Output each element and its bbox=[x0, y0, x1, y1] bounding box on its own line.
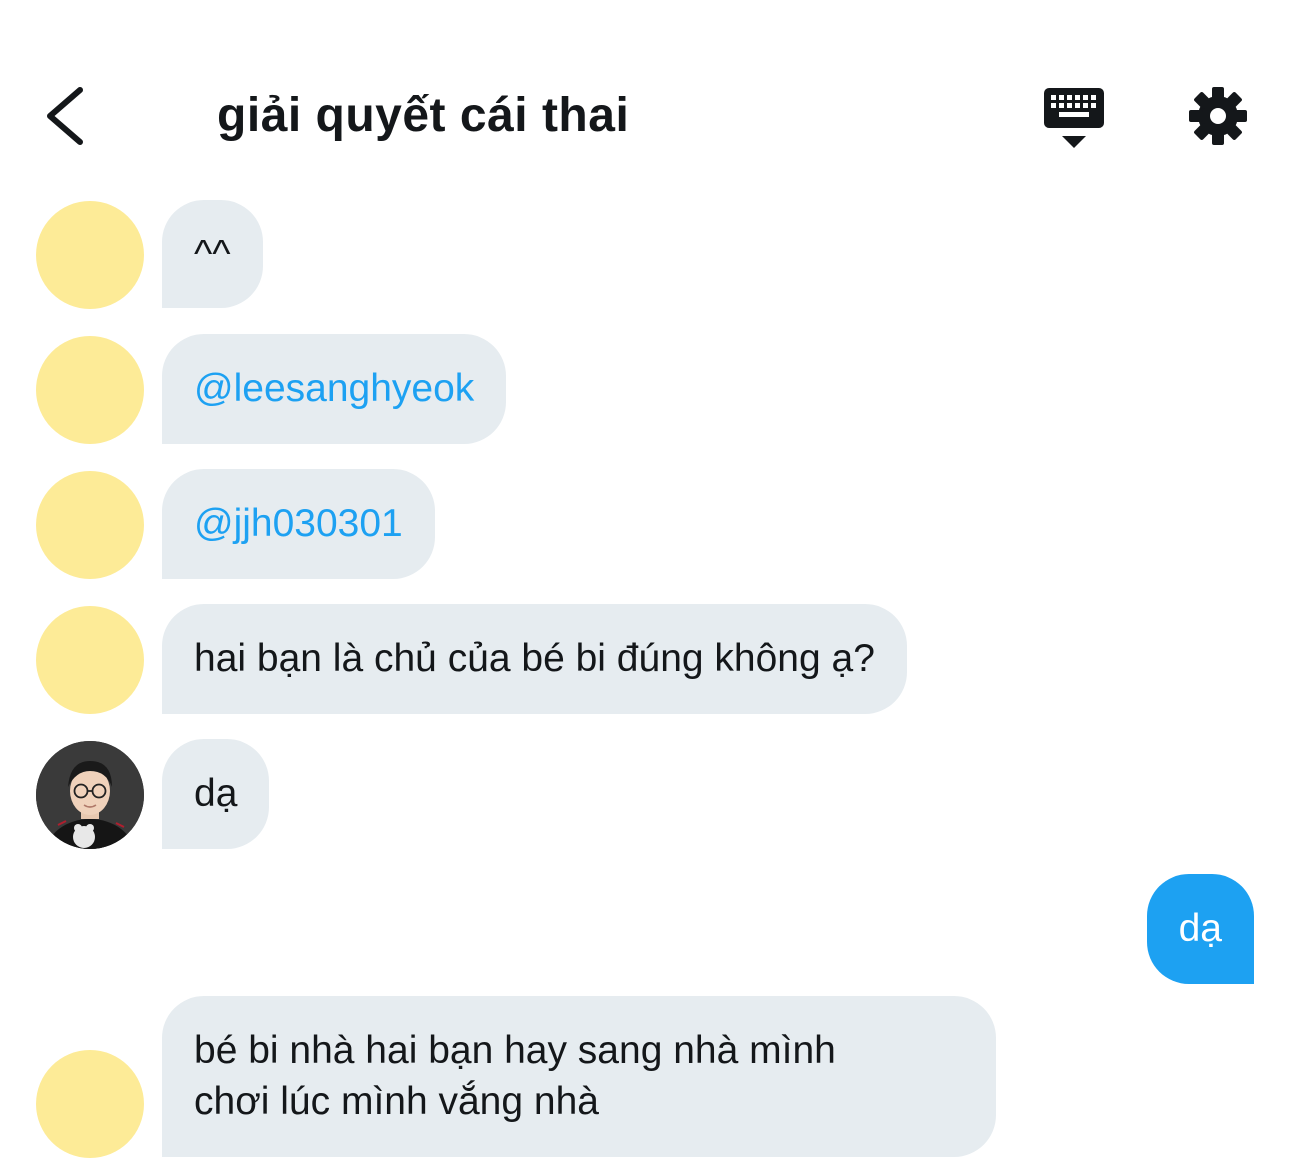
message-bubble[interactable]: bé bi nhà hai bạn hay sang nhà mình chơi… bbox=[162, 996, 996, 1157]
message-row: @leesanghyeok bbox=[0, 334, 1290, 444]
message-text: dạ bbox=[194, 772, 238, 815]
conversation-header: giải quyết cái thai bbox=[0, 0, 1290, 180]
profile-picture bbox=[36, 741, 144, 849]
message-text: ^^ bbox=[194, 233, 231, 276]
message-row: @jjh030301 bbox=[0, 469, 1290, 579]
gear-icon bbox=[1189, 87, 1247, 145]
message-line: chơi lúc mình vắng nhà bbox=[194, 1080, 599, 1123]
avatar[interactable] bbox=[36, 471, 144, 579]
message-bubble[interactable]: dạ bbox=[162, 739, 270, 849]
keyboard-icon bbox=[1044, 88, 1104, 148]
message-row: hai bạn là chủ của bé bi đúng không ạ? bbox=[0, 604, 1290, 714]
settings-button[interactable] bbox=[1186, 84, 1250, 148]
mention-link[interactable]: @leesanghyeok bbox=[194, 334, 474, 444]
avatar[interactable] bbox=[36, 201, 144, 309]
keyboard-button[interactable] bbox=[1040, 84, 1108, 154]
message-bubble[interactable]: ^^ bbox=[162, 200, 263, 308]
avatar[interactable] bbox=[36, 606, 144, 714]
my-message-bubble[interactable]: dạ bbox=[1146, 874, 1254, 984]
mention-link[interactable]: @jjh030301 bbox=[194, 469, 403, 579]
avatar[interactable] bbox=[36, 1050, 144, 1158]
message-bubble[interactable]: hai bạn là chủ của bé bi đúng không ạ? bbox=[162, 604, 907, 714]
chevron-left-icon bbox=[47, 87, 83, 145]
message-row: bé bi nhà hai bạn hay sang nhà mình chơi… bbox=[0, 996, 1290, 1169]
avatar-photo[interactable] bbox=[36, 741, 144, 849]
message-line: bé bi nhà hai bạn hay sang nhà mình bbox=[194, 1029, 836, 1072]
message-text: dạ bbox=[1178, 907, 1222, 950]
message-bubble[interactable]: @jjh030301 bbox=[162, 469, 435, 579]
conversation-title: giải quyết cái thai bbox=[217, 89, 630, 142]
message-row: ^^ bbox=[0, 200, 1290, 310]
avatar[interactable] bbox=[36, 336, 144, 444]
message-text: hai bạn là chủ của bé bi đúng không ạ? bbox=[194, 637, 875, 680]
message-bubble[interactable]: @leesanghyeok bbox=[162, 334, 507, 444]
message-row: dạ bbox=[0, 739, 1290, 849]
message-row-mine: dạ bbox=[0, 874, 1290, 984]
back-button[interactable] bbox=[36, 80, 100, 152]
